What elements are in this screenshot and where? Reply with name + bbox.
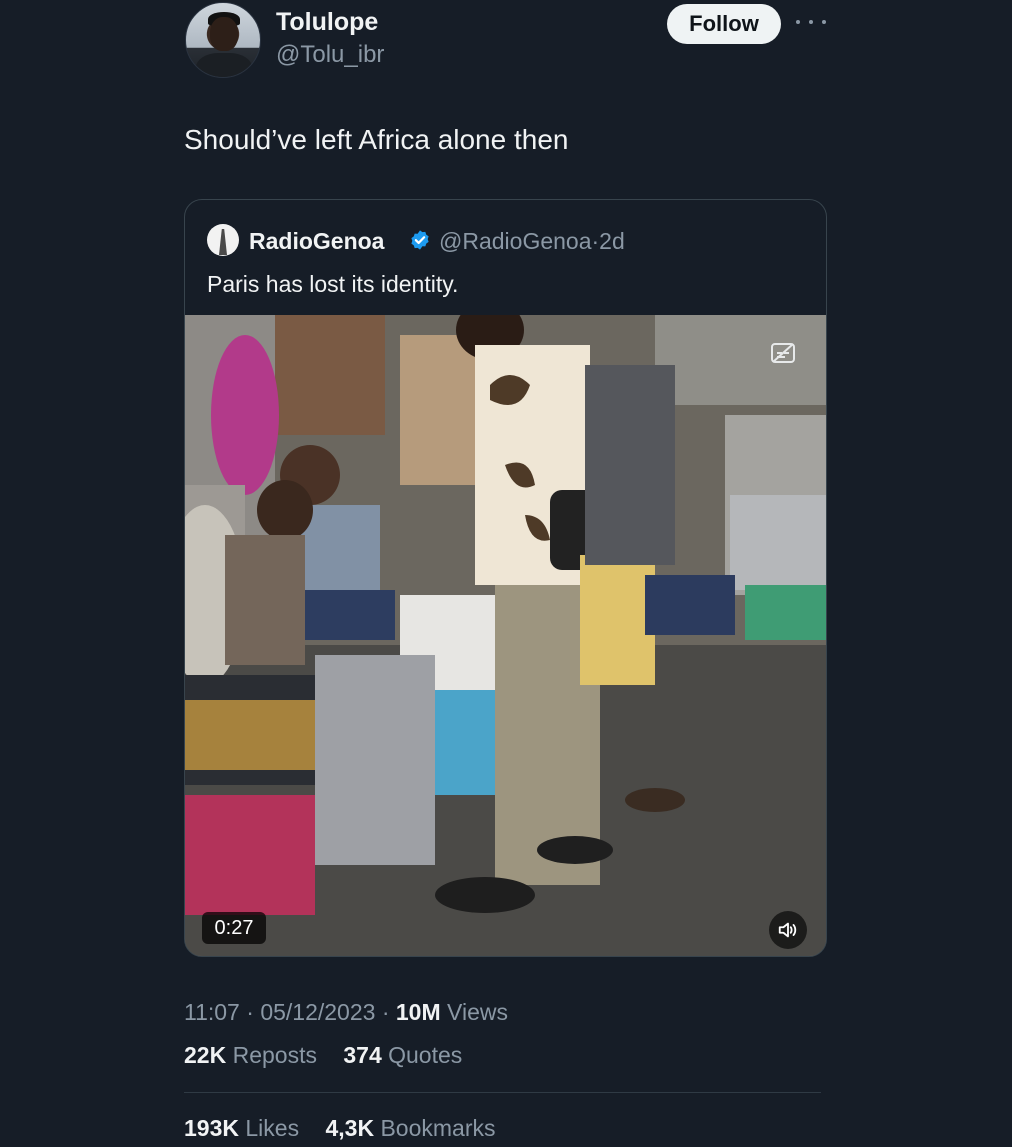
- views-count: 10M: [395, 999, 441, 1025]
- quoted-handle-line[interactable]: @RadioGenoa·2d: [439, 228, 625, 255]
- avatar-shirt: [196, 53, 252, 77]
- meta-dot: ·: [381, 999, 390, 1025]
- more-dot: [796, 20, 800, 24]
- reposts-stat[interactable]: 22K Reposts: [184, 1042, 327, 1068]
- tweet-text: Should’ve left Africa alone then: [184, 124, 569, 155]
- author-display-name[interactable]: Tolulope: [276, 8, 378, 37]
- reposts-count: 22K: [184, 1042, 227, 1068]
- tweet-meta: 11:07 · 05/12/2023 · 10M Views: [184, 999, 508, 1026]
- bookmarks-stat[interactable]: 4,3K Bookmarks: [325, 1115, 505, 1141]
- speaker-icon: [778, 922, 797, 938]
- likes-stat[interactable]: 193K Likes: [184, 1115, 309, 1141]
- bookmarks-count: 4,3K: [325, 1115, 375, 1141]
- tweet-date[interactable]: 05/12/2023: [260, 999, 375, 1025]
- verified-icon: [411, 230, 429, 250]
- reposts-label: Reposts: [232, 1042, 317, 1068]
- likes-label: Likes: [245, 1115, 300, 1141]
- divider: [184, 1092, 821, 1093]
- quoted-age: 2d: [599, 228, 625, 254]
- video-player[interactable]: 0:27: [185, 315, 826, 956]
- more-dot: [809, 20, 813, 24]
- more-icon[interactable]: [796, 12, 826, 32]
- video-frame: [185, 315, 826, 956]
- tower-icon: [219, 229, 227, 255]
- reposts-quotes-row: 22K Reposts 374 Quotes: [184, 1042, 482, 1069]
- mute-button[interactable]: [769, 911, 807, 949]
- quoted-text: Paris has lost its identity.: [207, 271, 459, 297]
- caption-icon[interactable]: [770, 342, 796, 364]
- quoted-avatar[interactable]: [207, 224, 239, 256]
- quoted-handle: @RadioGenoa: [439, 228, 592, 254]
- quotes-label: Quotes: [388, 1042, 463, 1068]
- likes-count: 193K: [184, 1115, 239, 1141]
- more-dot: [822, 20, 826, 24]
- views-label: Views: [447, 999, 508, 1025]
- follow-button[interactable]: Follow: [667, 4, 781, 44]
- video-duration: 0:27: [202, 912, 266, 944]
- quotes-stat[interactable]: 374 Quotes: [343, 1042, 472, 1068]
- bookmarks-label: Bookmarks: [380, 1115, 496, 1141]
- quoted-display-name[interactable]: RadioGenoa: [249, 228, 384, 255]
- tweet-time[interactable]: 11:07: [184, 999, 240, 1025]
- likes-bookmarks-row: 193K Likes 4,3K Bookmarks: [184, 1115, 516, 1142]
- avatar-face: [210, 17, 238, 51]
- meta-dot: ·: [246, 999, 254, 1025]
- quotes-count: 374: [343, 1042, 382, 1068]
- author-handle[interactable]: @Tolu_ibr: [276, 41, 384, 69]
- author-avatar[interactable]: [185, 2, 261, 78]
- quoted-tweet[interactable]: RadioGenoa @RadioGenoa·2d Paris has lost…: [184, 199, 827, 957]
